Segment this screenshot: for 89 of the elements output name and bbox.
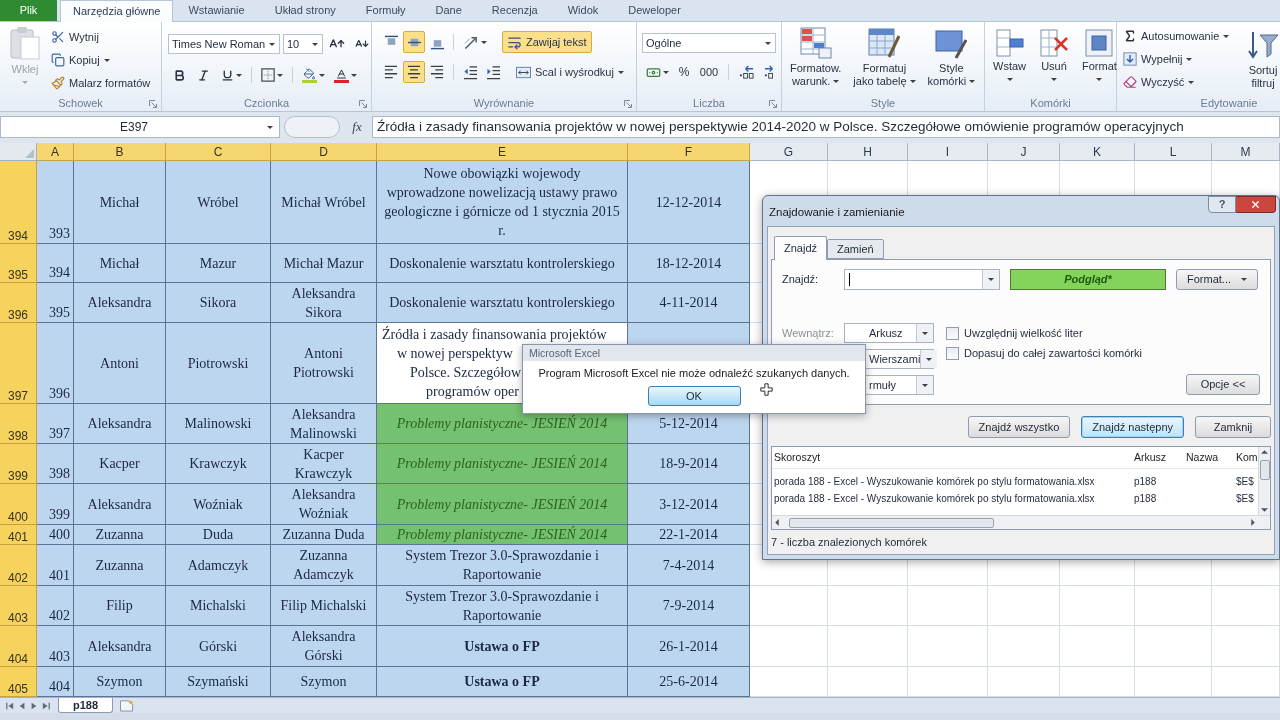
- table-cell: Kacper: [74, 444, 166, 484]
- table-cell: 402: [37, 586, 74, 626]
- table-cell: Michał: [74, 244, 166, 283]
- table-cell: Kacper Krawczyk: [271, 444, 377, 484]
- table-cell: Aleksandra: [74, 404, 166, 444]
- table-cell: Wróbel: [166, 161, 271, 244]
- table-cell: 401: [37, 545, 74, 586]
- group-label: Schowek: [58, 97, 103, 110]
- table-cell: Doskonalenie warsztatu kontrolerskiego: [377, 283, 628, 323]
- table-cell: 7-9-2014: [628, 586, 750, 626]
- table-cell: Krawczyk: [166, 444, 271, 484]
- table-cell: Ustawa o FP: [377, 667, 628, 697]
- table-cell: 400: [37, 525, 74, 545]
- table-cell: Zuzanna Duda: [271, 525, 377, 545]
- format-preview: Podgląd*: [1010, 269, 1166, 290]
- table-cell: 397: [37, 404, 74, 444]
- table-cell: Filip: [74, 586, 166, 626]
- table-cell: 394: [37, 244, 74, 283]
- table-cell: Aleksandra Górski: [271, 626, 377, 667]
- list-cell-text: $E$: [1235, 475, 1255, 489]
- group-label: Style: [870, 97, 896, 110]
- table-cell: Aleksandra: [74, 283, 166, 323]
- table-cell: Filip Michalski: [271, 586, 377, 626]
- dialog-title: Microsoft Excel: [529, 347, 601, 359]
- table-cell: 393: [37, 161, 74, 244]
- table-cell: Aleksandra Sikora: [271, 283, 377, 323]
- table-cell: Górski: [166, 626, 271, 667]
- table-cell: Szymański: [166, 667, 271, 697]
- table-cell: Zuzanna Adamczyk: [271, 545, 377, 586]
- table-cell: 25-6-2014: [628, 667, 750, 697]
- status-text: 7 - liczba znalezionych komórek: [771, 535, 928, 550]
- table-cell: Zuzanna: [74, 545, 166, 586]
- table-cell: Antoni Piotrowski: [271, 323, 377, 404]
- field-label: Wewnątrz:: [782, 325, 834, 341]
- table-cell: Aleksandra Malinowski: [271, 404, 377, 444]
- table-cell: System Trezor 3.0-Sprawozdanie i Raportowanie: [377, 586, 628, 626]
- table-cell: 4-11-2014: [628, 283, 750, 323]
- table-cell: Mazur: [166, 244, 271, 283]
- table-cell: Michał: [74, 161, 166, 244]
- table-cell: Doskonalenie warsztatu kontrolerskiego: [377, 244, 628, 283]
- dialog-title: Znajdowanie i zamienianie: [769, 205, 905, 219]
- table-cell: Piotrowski: [166, 323, 271, 404]
- table-cell: 22-1-2014: [628, 525, 750, 545]
- table-cell: Problemy planistyczne- JESIEŃ 2014: [377, 525, 628, 545]
- table-cell: Michał Wróbel: [271, 161, 377, 244]
- list-cell-text: porada 188 - Excel - Wyszukowanie komórek po stylu formatowania.xlsx: [773, 492, 1096, 506]
- table-cell: Aleksandra Woźniak: [271, 484, 377, 525]
- table-cell: Aleksandra: [74, 626, 166, 667]
- table-cell: Szymon: [271, 667, 377, 697]
- table-cell: Duda: [166, 525, 271, 545]
- checkbox-label: Dopasuj do całej zawartości komórki: [964, 345, 1142, 361]
- list-cell-text: porada 188 - Excel - Wyszukowanie komórek po stylu formatowania.xlsx: [773, 475, 1096, 489]
- table-cell: Aleksandra: [74, 484, 166, 525]
- field-label: Znajdź:: [782, 272, 820, 288]
- table-cell: Michalski: [166, 586, 271, 626]
- table-cell: 404: [37, 667, 74, 697]
- table-cell: Nowe obowiązki wojewody wprowadzone nowelizacją ustawy prawo geologiczne i górnicze od 1 stycznia 2015 r.: [377, 161, 628, 244]
- table-cell: Sikora: [166, 283, 271, 323]
- list-cell-text: p188: [1133, 475, 1158, 489]
- group-label: Liczba: [693, 97, 725, 110]
- list-cell-text: p188: [1133, 492, 1158, 506]
- group-label: Wyrównanie: [473, 97, 535, 110]
- table-cell: 18-9-2014: [628, 444, 750, 484]
- table-cell: Woźniak: [166, 484, 271, 525]
- group-label: Edytowanie: [1200, 97, 1258, 110]
- table-cell: 399: [37, 484, 74, 525]
- table-cell: 18-12-2014: [628, 244, 750, 283]
- table-cell: 7-4-2014: [628, 545, 750, 586]
- table-cell: Zuzanna: [74, 525, 166, 545]
- table-cell: 26-1-2014: [628, 626, 750, 667]
- table-cell: 396: [37, 323, 74, 404]
- checkbox-label: Uwzględnij wielkość liter: [964, 325, 1083, 341]
- table-cell: Adamczyk: [166, 545, 271, 586]
- list-cell-text: $E$: [1235, 492, 1255, 506]
- table-cell: 398: [37, 444, 74, 484]
- table-cell: 395: [37, 283, 74, 323]
- table-cell: Problemy planistyczne- JESIEŃ 2014: [377, 444, 628, 484]
- table-cell: Ustawa o FP: [377, 626, 628, 667]
- group-label: Komórki: [1030, 97, 1071, 110]
- table-cell: Szymon: [74, 667, 166, 697]
- table-cell: Antoni: [74, 323, 166, 404]
- table-cell: Malinowski: [166, 404, 271, 444]
- table-cell: 12-12-2014: [628, 161, 750, 244]
- table-cell: 3-12-2014: [628, 484, 750, 525]
- table-cell: 403: [37, 626, 74, 667]
- table-cell: Problemy planistyczne- JESIEŃ 2014: [377, 484, 628, 525]
- table-cell: Michał Mazur: [271, 244, 377, 283]
- table-cell: System Trezor 3.0-Sprawozdanie i Raportowanie: [377, 545, 628, 586]
- group-label: Czcionka: [243, 97, 290, 110]
